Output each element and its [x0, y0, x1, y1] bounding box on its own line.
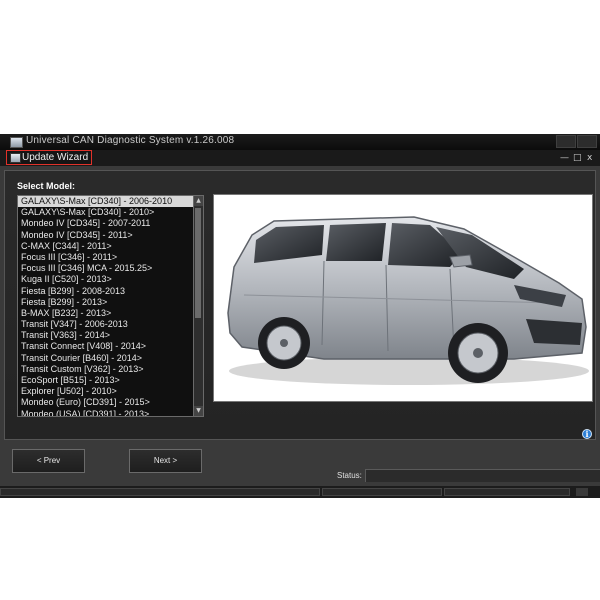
bottom-status-strip [0, 486, 600, 498]
scroll-thumb[interactable] [195, 208, 201, 318]
outer-minimize-button[interactable] [556, 135, 576, 148]
model-list-item[interactable]: GALAXY\S-Max [CD340] - 2006-2010 [18, 196, 193, 208]
outer-close-button[interactable] [577, 135, 597, 148]
model-list-scrollbar[interactable]: ▲ ▼ [194, 195, 204, 417]
model-list-item[interactable]: Explorer [U502] - 2010> [18, 386, 193, 397]
status-field [365, 469, 600, 482]
wizard-body: Select Model: GALAXY\S-Max [CD340] - 200… [0, 166, 600, 498]
model-list-item[interactable]: Focus III [C346] MCA - 2015.25> [18, 263, 193, 274]
model-list-item[interactable]: Kuga II [C520] - 2013> [18, 274, 193, 285]
model-list-item[interactable]: C-MAX [C344] - 2011> [18, 241, 193, 252]
model-list-item[interactable]: Transit Connect [V408] - 2014> [18, 341, 193, 352]
minimize-button[interactable]: — [560, 152, 569, 164]
model-list-item[interactable]: Mondeo (USA) [CD391] - 2013> [18, 409, 193, 416]
status-segment [322, 488, 442, 496]
model-list-item[interactable]: Transit Courier [B460] - 2014> [18, 353, 193, 364]
vehicle-photo [213, 194, 593, 402]
model-list-item[interactable]: B-MAX [B232] - 2013> [18, 308, 193, 319]
model-list-item[interactable]: Fiesta [B299] - 2013> [18, 297, 193, 308]
update-wizard-tab[interactable]: Update Wizard [6, 150, 92, 165]
app-window-icon [10, 137, 23, 148]
window-title-bar: Universal CAN Diagnostic System v.1.26.0… [0, 134, 600, 150]
info-icon[interactable]: i [582, 429, 592, 439]
wizard-title-bar: Update Wizard — □ x [0, 150, 600, 166]
model-list-item[interactable]: Mondeo IV [CD345] - 2007-2011 [18, 218, 193, 229]
model-list-item[interactable]: Transit [V363] - 2014> [18, 330, 193, 341]
resize-grip-icon[interactable] [576, 488, 588, 496]
next-button[interactable]: Next > [129, 449, 202, 473]
scroll-up-icon[interactable]: ▲ [194, 196, 203, 206]
status-segment [0, 488, 320, 496]
model-list-item[interactable]: Transit Custom [V362] - 2013> [18, 364, 193, 375]
window-title: Universal CAN Diagnostic System v.1.26.0… [26, 135, 235, 146]
model-list-item[interactable]: Focus III [C346] - 2011> [18, 252, 193, 263]
content-panel: Select Model: GALAXY\S-Max [CD340] - 200… [4, 170, 596, 440]
model-list-item[interactable]: EcoSport [B515] - 2013> [18, 375, 193, 386]
status-segment [444, 488, 570, 496]
model-list-item[interactable]: GALAXY\S-Max [CD340] - 2010> [18, 207, 193, 218]
select-model-label: Select Model: [17, 181, 76, 191]
car-image [227, 216, 589, 385]
status-label: Status: [337, 471, 362, 480]
prev-button[interactable]: < Prev [12, 449, 85, 473]
model-list-item[interactable]: Mondeo (Euro) [CD391] - 2015> [18, 397, 193, 408]
model-list-item[interactable]: Transit [V347] - 2006-2013 [18, 319, 193, 330]
model-list-item[interactable]: Mondeo IV [CD345] - 2011> [18, 230, 193, 241]
model-list-item[interactable]: Fiesta [B299] - 2008-2013 [18, 286, 193, 297]
close-button[interactable]: x [587, 152, 592, 164]
model-list[interactable]: GALAXY\S-Max [CD340] - 2006-2010 GALAXY\S… [17, 195, 194, 417]
scroll-down-icon[interactable]: ▼ [194, 406, 203, 416]
maximize-button[interactable]: □ [573, 152, 582, 164]
wizard-window-icon [10, 153, 21, 163]
update-wizard-label: Update Wizard [22, 152, 89, 163]
